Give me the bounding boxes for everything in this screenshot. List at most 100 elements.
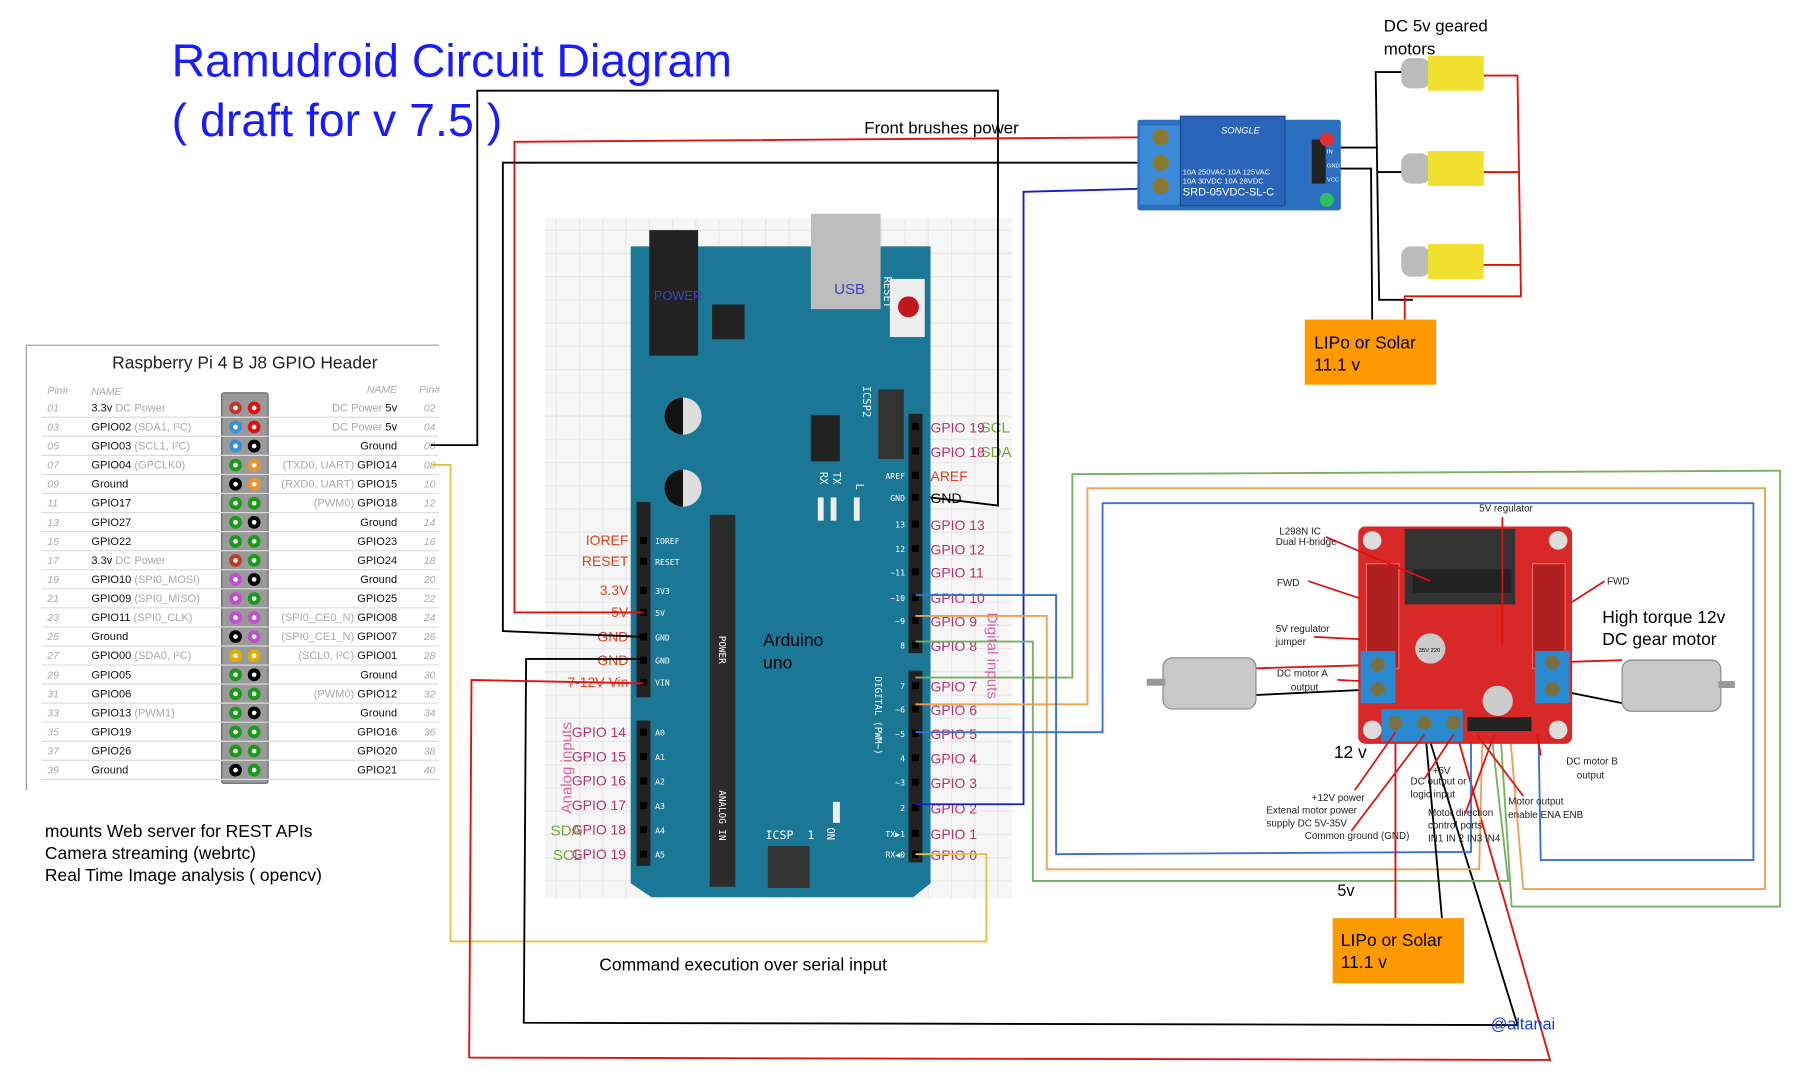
digital-pin-label: GPIO 5 (931, 726, 978, 742)
digital-pin-label: GPIO 2 (931, 801, 978, 817)
pin-number: 20 (423, 575, 436, 586)
pin-name: Ground (91, 631, 128, 643)
analog-pin-label: GPIO 17 (572, 797, 626, 813)
pin-number: 40 (424, 766, 436, 777)
pin-number: 09 (47, 480, 59, 491)
gnd-label: Common ground (GND) (1305, 831, 1410, 842)
pin-name: (SCL0, I²C) GPIO01 (298, 650, 397, 662)
arduino-label: Arduino (763, 630, 823, 650)
power-pin-silk: 3V3 (655, 586, 670, 596)
pin-name: GPIO27 (91, 517, 131, 529)
pin-name: GPIO10 (SPI0_MOSI) (91, 574, 200, 586)
pin-name: (SPI0_CE1_N) GPIO07 (281, 631, 397, 643)
pin-name: GPIO02 (SDA1, I²C) (91, 421, 191, 433)
reset-silk: RESET (881, 277, 893, 309)
rx-silk: RX (817, 472, 829, 485)
logic-label: +5V (1433, 766, 1451, 777)
power-label: supply DC 5V-35V (1266, 818, 1347, 829)
tx-silk: TX (830, 472, 842, 485)
digital-pin-silk: ~5 (895, 729, 905, 739)
pin-name: GPIO11 (SPI0_CLK) (91, 612, 192, 624)
pin-number: 22 (423, 594, 436, 605)
power-pin-silk: GND (655, 656, 670, 666)
arduino-label: uno (763, 652, 792, 672)
usb-label: USB (834, 281, 865, 298)
pin-number: 13 (47, 518, 59, 529)
analog-pin-label: GPIO 19 (572, 846, 626, 862)
analog-pin-silk: A1 (655, 752, 665, 762)
rpi-gpio-table: Raspberry Pi 4 B J8 GPIO Header Pin# NAM… (25, 344, 440, 791)
twelve-volt-label: 12 v (1334, 742, 1367, 762)
pin-name: GPIO16 (357, 726, 397, 738)
ic-label: L298N IC (1279, 527, 1321, 538)
pin-name: GPIO25 (357, 593, 397, 605)
pin-number: 10 (424, 480, 436, 491)
pin-number: 11 (47, 499, 58, 510)
circuit-diagram: Ramudroid Circuit Diagram ( draft for v … (25, 16, 1782, 1061)
l298n-driver: 35V 220 (1358, 526, 1573, 744)
five-volt-label: 5v (1337, 882, 1355, 900)
pin-number: 28 (423, 651, 436, 662)
pin-number: 37 (47, 747, 60, 758)
power-jack-label: POWER (654, 288, 702, 303)
author-credit: @altanai (1491, 1016, 1555, 1034)
power-group-silk: POWER (716, 636, 727, 664)
geared-motors-label: motors (1384, 40, 1435, 59)
pin-name: (RXD0, UART) GPIO15 (281, 479, 397, 491)
pin-number: 15 (47, 537, 59, 548)
power-pin-label: RESET (582, 553, 629, 569)
capacitor-label: 35V 220 (1419, 648, 1441, 654)
digital-pin-label: GPIO 12 (931, 541, 985, 557)
pin-number: 04 (424, 422, 436, 433)
note-line: Camera streaming (webrtc) (45, 843, 256, 863)
power-pin-silk: IOREF (655, 536, 680, 546)
pin-name: (SPI0_CE0_N) GPIO08 (281, 612, 397, 624)
pin-name: DC Power 5v (332, 402, 397, 414)
analog-pin-label: GPIO 18 (572, 821, 626, 837)
geared-motor (1401, 55, 1484, 91)
enable-label: enable ENA ENB (1508, 810, 1584, 821)
battery-label: LIPo or Solar (1314, 333, 1416, 353)
pin-name: GPIO06 (91, 688, 131, 700)
digital-pin-silk: ~9 (895, 616, 905, 626)
pin-name: GPIO20 (357, 746, 397, 758)
power-pin-silk: GND (655, 632, 670, 642)
front-brushes-label: Front brushes power (864, 119, 1019, 138)
header-name-right: NAME (367, 385, 398, 396)
header-pin (640, 850, 647, 858)
pin-name: GPIO24 (357, 555, 397, 567)
relay-module: SONGLE 10A 250VAC 10A 125VAC 10A 30VDC 1… (1137, 115, 1341, 211)
digital-group-silk: DIGITAL (PWM~) (872, 676, 883, 754)
header-pin (911, 568, 919, 576)
header-pin (640, 557, 647, 565)
header-pin (640, 536, 647, 544)
pin-name: GPIO21 (357, 765, 397, 777)
l-silk: L (853, 483, 865, 489)
pin-name: GPIO03 (SCL1, I²C) (91, 441, 190, 453)
relay-pin-in: IN (1327, 149, 1333, 155)
pin-name: (PWM0) GPIO12 (314, 688, 397, 700)
digital-pin-silk: 2 (900, 803, 905, 813)
power-pin-label: 3.3V (600, 582, 629, 598)
digital-pin-silk: ~11 (890, 567, 905, 577)
digital-pin-label: GPIO 8 (931, 638, 978, 654)
pin-header-strip (221, 392, 269, 784)
power-pin-silk: VIN (655, 678, 670, 688)
pin-name: (PWM0) GPIO18 (314, 498, 397, 510)
analog-pin-silk: A4 (655, 825, 665, 835)
relay-rating: 10A 30VDC 10A 28VDC (1183, 177, 1265, 186)
header-pin-left: Pin# (47, 386, 68, 397)
power-pin-silk: RESET (655, 557, 680, 567)
motor-a-label: output (1291, 682, 1319, 693)
pin-name: DC Power 5v (332, 421, 397, 433)
high-torque-label: High torque 12v (1602, 607, 1725, 627)
serial-label: Command execution over serial input (599, 954, 887, 974)
pin-number: 29 (46, 670, 59, 681)
fwd-label: FWD (1277, 578, 1299, 589)
header-pin (640, 656, 647, 664)
analog-pin-silk: A5 (655, 850, 665, 860)
header-pin (911, 829, 919, 837)
digital-pin-silk: AREF (885, 471, 905, 481)
regulator-label: 5V regulator (1479, 503, 1533, 514)
pin-name: 3.3v DC Power (91, 555, 166, 567)
